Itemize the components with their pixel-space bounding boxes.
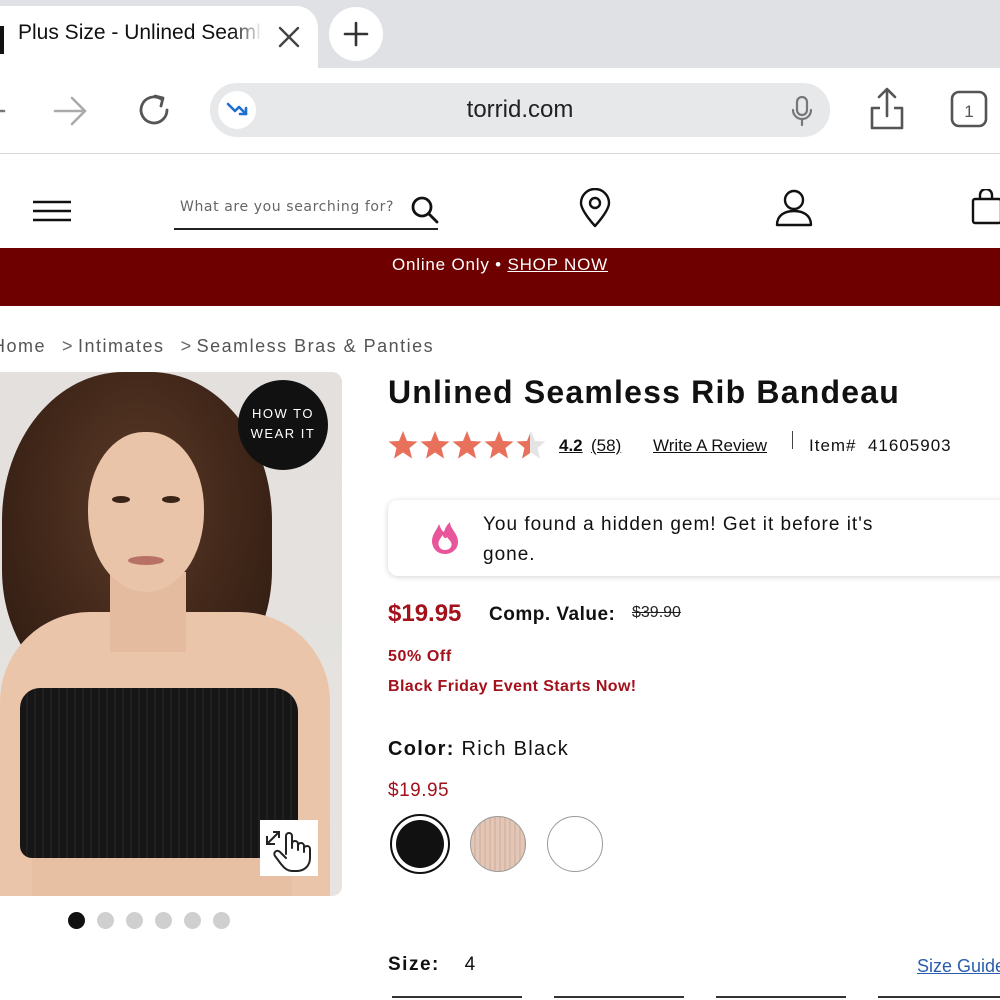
how-to-wear-it-button[interactable]: HOW TO WEAR IT — [238, 380, 328, 470]
zoom-hand-icon — [266, 831, 311, 872]
carousel-dot[interactable] — [155, 912, 172, 929]
shopping-bag-icon[interactable] — [970, 189, 1000, 225]
model-face — [88, 432, 204, 592]
breadcrumb-separator: > — [180, 336, 193, 356]
tab-count-icon[interactable]: 1 — [950, 90, 990, 130]
model-midriff — [32, 858, 292, 896]
hidden-gem-card: You found a hidden gem! Get it before it… — [388, 500, 1000, 576]
discount-label: 50% Off — [388, 648, 452, 665]
swatch-white[interactable] — [547, 816, 603, 872]
size-value: 4 — [464, 954, 477, 975]
product-title: Unlined Seamless Rib Bandeau — [388, 374, 900, 410]
browser-toolbar: torrid.com 1 — [0, 68, 1000, 154]
svg-text:1: 1 — [964, 102, 973, 121]
color-label: Color: — [388, 738, 455, 760]
flame-icon — [432, 522, 458, 554]
divider — [792, 431, 793, 449]
item-number: Item# 41605903 — [809, 436, 952, 455]
breadcrumb-item-home[interactable]: Home — [0, 336, 46, 356]
size-option[interactable] — [716, 996, 846, 1000]
close-tab-icon[interactable] — [276, 24, 302, 50]
size-option[interactable] — [554, 996, 684, 1000]
star-rating-icon[interactable] — [388, 427, 548, 463]
sale-price: $19.95 — [388, 600, 462, 627]
carousel-dot[interactable] — [126, 912, 143, 929]
badge-line-2: WEAR IT — [250, 426, 316, 441]
plus-icon — [343, 21, 369, 47]
browser-tab[interactable]: Plus Size - Unlined Seamless Rib Bandeau — [0, 6, 318, 68]
swatch-rich-black[interactable] — [390, 814, 450, 874]
color-row: Color: Rich Black — [388, 738, 569, 761]
carousel-dot[interactable] — [213, 912, 230, 929]
swatch-price: $19.95 — [388, 780, 450, 801]
address-bar[interactable]: torrid.com — [210, 83, 830, 137]
microphone-icon[interactable] — [790, 95, 814, 127]
rating-row: 4.2 (58) Write A Review Item# 41605903 — [388, 427, 1000, 463]
site-header — [0, 155, 1000, 248]
account-icon[interactable] — [775, 189, 813, 227]
badge-line-1: HOW TO — [252, 406, 314, 421]
promo-text: Online Only • — [392, 255, 502, 274]
search-icon[interactable] — [410, 195, 440, 225]
bandeau-garment — [20, 688, 298, 858]
rating-value-link[interactable]: 4.2 — [559, 436, 583, 456]
url-text: torrid.com — [466, 96, 574, 123]
forward-icon[interactable] — [52, 94, 90, 128]
new-tab-button[interactable] — [329, 7, 383, 61]
model-eye — [162, 496, 180, 503]
carousel-dot[interactable] — [68, 912, 85, 929]
comp-value-label: Comp. Value: — [489, 604, 616, 625]
shop-now-link[interactable]: SHOP NOW — [507, 255, 608, 274]
breadcrumb-item-intimates[interactable]: Intimates — [78, 336, 165, 356]
breadcrumb-item-seamless[interactable]: Seamless Bras & Panties — [197, 336, 435, 356]
breadcrumb-separator: > — [62, 336, 75, 356]
swatch-nude[interactable] — [470, 816, 526, 872]
hamburger-menu-icon[interactable] — [32, 200, 72, 224]
size-row: Size: 4 — [388, 954, 477, 976]
store-locator-icon[interactable] — [578, 188, 612, 228]
breadcrumb: Home>Intimates>Seamless Bras & Panties — [0, 336, 438, 357]
price-row: $19.95 Comp. Value: $39.90 — [388, 600, 888, 634]
color-value: Rich Black — [461, 738, 570, 760]
size-label: Size: — [388, 954, 440, 975]
promo-banner: Online Only • SHOP NOW — [0, 248, 1000, 306]
browser-tab-strip: Plus Size - Unlined Seamless Rib Bandeau — [0, 0, 1000, 68]
size-options — [392, 996, 1000, 1000]
size-option[interactable] — [878, 996, 1000, 1000]
back-icon[interactable] — [0, 96, 8, 126]
promo-text-line: Online Only • SHOP NOW — [0, 255, 1000, 275]
reload-icon[interactable] — [134, 90, 174, 130]
comp-value-price: $39.90 — [632, 604, 681, 621]
model-lips — [128, 556, 164, 565]
share-icon[interactable] — [868, 86, 906, 132]
zoom-button[interactable] — [260, 820, 318, 876]
hidden-gem-message: You found a hidden gem! Get it before it… — [483, 514, 874, 565]
review-count-link[interactable]: (58) — [591, 436, 621, 456]
model-eye — [112, 496, 130, 503]
carousel-dot[interactable] — [97, 912, 114, 929]
tab-edge-indicator — [0, 26, 4, 54]
size-guide-link[interactable]: Size Guide — [917, 956, 1000, 977]
search-bar — [174, 193, 440, 230]
search-input[interactable] — [180, 199, 406, 215]
product-image[interactable]: HOW TO WEAR IT — [0, 372, 342, 896]
tab-title: Plus Size - Unlined Seamless Rib Bandeau — [18, 21, 262, 44]
write-review-link[interactable]: Write A Review — [653, 436, 767, 456]
event-label: Black Friday Event Starts Now! — [388, 678, 637, 695]
size-option[interactable] — [392, 996, 522, 1000]
carousel-dot[interactable] — [184, 912, 201, 929]
